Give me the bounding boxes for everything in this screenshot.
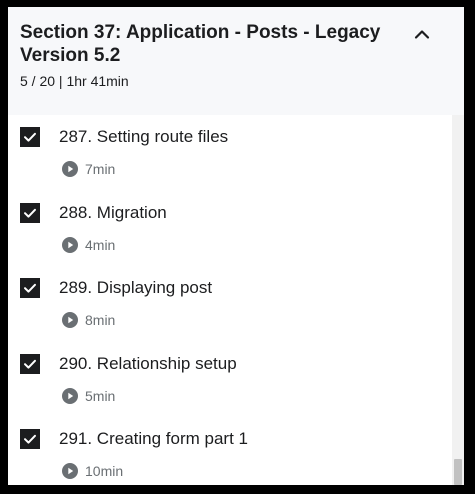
lecture-title: 287. Setting route files [59,127,229,146]
lecture-meta: 5min [62,386,115,406]
lecture-checkbox[interactable] [20,353,40,374]
check-icon [20,203,40,223]
lecture-meta: 7min [62,159,115,179]
section-collapse-button[interactable] [410,23,434,47]
check-icon [20,429,40,449]
lecture-duration: 4min [85,236,116,253]
lecture-checkbox[interactable] [20,127,40,147]
lecture-checkbox[interactable] [20,202,40,223]
lecture-list: 287. Setting route files 7min 288. Migra… [8,115,452,485]
lecture-meta: 4min [62,235,115,255]
lecture-item[interactable]: 288. Migration 4min [8,191,452,267]
play-circle-icon [62,387,78,404]
section-title: Section 37: Application - Posts - Legacy… [20,22,381,66]
section-header[interactable]: Section 37: Application - Posts - Legacy… [8,7,464,115]
lecture-meta: 10min [62,461,123,481]
check-icon [20,127,40,147]
lecture-item[interactable]: 290. Relationship setup 5min [8,342,452,418]
check-icon [20,354,40,374]
lecture-title: 290. Relationship setup [59,353,237,373]
lecture-item[interactable]: 291. Creating form part 1 10min [8,417,452,485]
lecture-title: 291. Creating form part 1 [59,429,248,448]
lecture-duration: 8min [85,312,116,328]
scrollbar-thumb[interactable] [454,459,462,485]
lecture-duration: 5min [85,387,116,404]
lecture-title: 289. Displaying post [59,278,213,297]
lecture-duration: 7min [85,161,116,177]
scrollbar[interactable] [452,115,464,485]
lecture-checkbox[interactable] [20,429,40,449]
play-circle-icon [62,161,78,177]
check-icon [20,278,40,298]
course-content-panel: Section 37: Application - Posts - Legacy… [8,7,464,485]
play-circle-icon [62,312,78,328]
play-circle-icon [62,236,78,253]
lecture-item[interactable]: 289. Displaying post 8min [8,266,452,342]
lecture-duration: 10min [85,463,124,479]
lecture-title: 288. Migration [59,202,167,222]
section-progress: 5 / 20 | 1hr 41min [20,73,129,89]
chevron-up-icon [410,23,434,47]
lecture-item[interactable]: 287. Setting route files 7min [8,115,452,191]
lecture-meta: 8min [62,310,115,330]
play-circle-icon [62,463,78,479]
lecture-checkbox[interactable] [20,278,40,298]
